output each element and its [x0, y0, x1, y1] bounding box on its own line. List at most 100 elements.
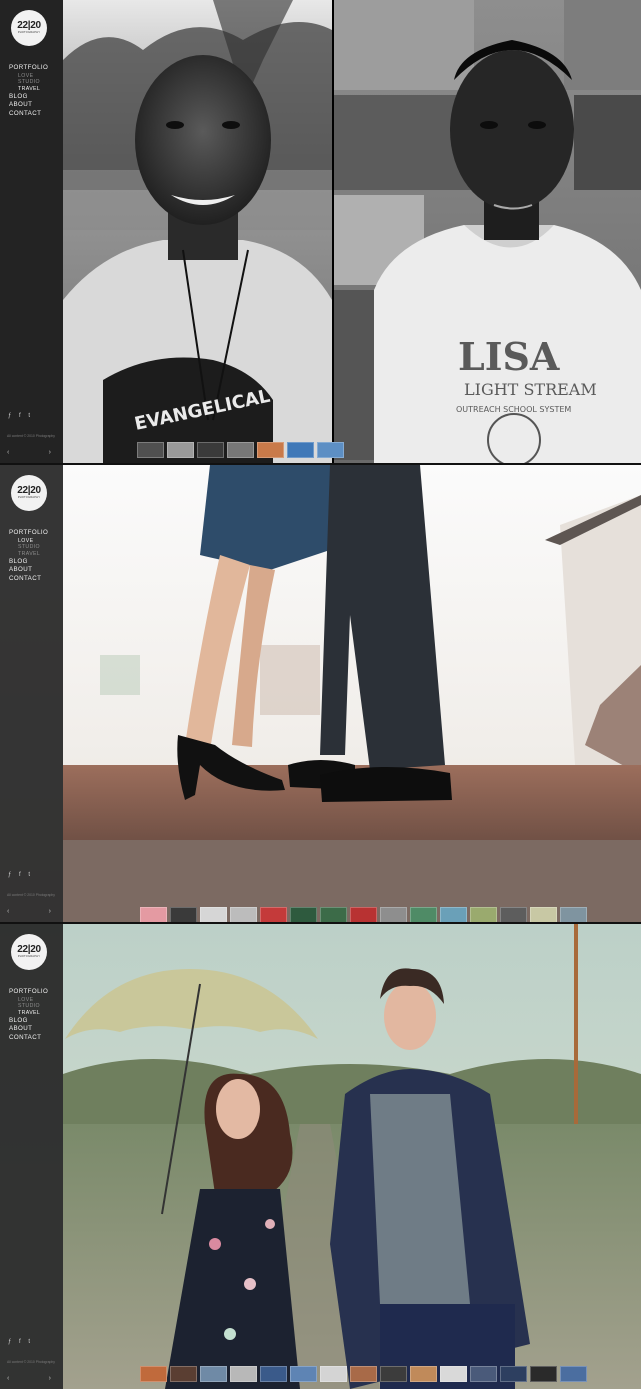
next-arrow-icon[interactable]: › [49, 908, 51, 915]
thumbnail[interactable] [260, 907, 287, 922]
thumbnail[interactable] [470, 1366, 497, 1382]
nav-about[interactable]: ABOUT [9, 1025, 48, 1034]
thumbnail[interactable] [410, 907, 437, 922]
smiling-old-man-bw-photo: EVANGELICAL [63, 0, 332, 463]
thumbnail[interactable] [350, 907, 377, 922]
sidebar: 22|20 PHOTOGRAPHY PORTFOLIO LOVE STUDIO T… [0, 465, 63, 922]
thumbnail[interactable] [530, 1366, 557, 1382]
thumbnail-strip [140, 907, 587, 922]
couple-umbrella-railroad-photo [0, 924, 641, 1389]
portfolio-screen-love: 22|20 PHOTOGRAPHY PORTFOLIO LOVE STUDIO T… [0, 465, 641, 922]
nav-about[interactable]: ABOUT [9, 101, 48, 110]
thumbnail[interactable] [197, 442, 224, 458]
main-nav: PORTFOLIO LOVE STUDIO TRAVEL BLOG ABOUT … [9, 64, 48, 119]
thumbnail[interactable] [530, 907, 557, 922]
shirt-text-lisa: LISA [458, 334, 560, 379]
thumbnail[interactable] [260, 1366, 287, 1382]
nav-sub-studio[interactable]: STUDIO [9, 1003, 48, 1010]
nav-sub-travel[interactable]: TRAVEL [9, 551, 48, 558]
nav-portfolio[interactable]: PORTFOLIO [9, 988, 48, 997]
social-icons[interactable]: ƒ f t [8, 872, 33, 878]
thumbnail[interactable] [170, 1366, 197, 1382]
thumbnail[interactable] [200, 1366, 227, 1382]
thumbnail[interactable] [440, 1366, 467, 1382]
slide-arrows: ‹ › [7, 1375, 51, 1382]
nav-sub-studio[interactable]: STUDIO [9, 544, 48, 551]
nav-contact[interactable]: CONTACT [9, 1034, 48, 1043]
sidebar: 22|20 PHOTOGRAPHY PORTFOLIO LOVE STUDIO T… [0, 924, 63, 1389]
thumbnail[interactable] [227, 442, 254, 458]
main-nav: PORTFOLIO LOVE STUDIO TRAVEL BLOG ABOUT … [9, 529, 48, 584]
nav-about[interactable]: ABOUT [9, 566, 48, 575]
thumbnail[interactable] [287, 442, 314, 458]
thumbnail[interactable] [320, 907, 347, 922]
prev-arrow-icon[interactable]: ‹ [7, 1375, 9, 1382]
thumbnail[interactable] [170, 907, 197, 922]
thumbnail[interactable] [167, 442, 194, 458]
logo-number: 22|20 [17, 485, 41, 496]
thumbnail[interactable] [140, 1366, 167, 1382]
thumbnail[interactable] [380, 1366, 407, 1382]
nav-blog[interactable]: BLOG [9, 1017, 48, 1026]
thumbnail[interactable] [317, 442, 344, 458]
thumbnail[interactable] [290, 1366, 317, 1382]
portfolio-screen-travel-1: EVANGELICAL LISA LIGHT STREAM OUTREACH S… [0, 0, 641, 463]
thumbnail[interactable] [290, 907, 317, 922]
thumbnail[interactable] [470, 907, 497, 922]
next-arrow-icon[interactable]: › [49, 449, 51, 456]
social-icons[interactable]: ƒ f t [8, 413, 33, 419]
logo-number: 22|20 [17, 944, 41, 955]
portfolio-screen-travel-2: 22|20 PHOTOGRAPHY PORTFOLIO LOVE STUDIO T… [0, 924, 641, 1389]
thumbnail[interactable] [257, 442, 284, 458]
logo-number: 22|20 [17, 20, 41, 31]
thumbnail[interactable] [230, 907, 257, 922]
thumbnail[interactable] [350, 1366, 377, 1382]
thumbnail[interactable] [320, 1366, 347, 1382]
copyright-text: All content © 2010 Photography [7, 893, 55, 897]
thumbnail[interactable] [500, 907, 527, 922]
nav-blog[interactable]: BLOG [9, 93, 48, 102]
nav-blog[interactable]: BLOG [9, 558, 48, 567]
prev-arrow-icon[interactable]: ‹ [7, 449, 9, 456]
shirt-text-outreach: OUTREACH SCHOOL SYSTEM [456, 405, 571, 414]
prev-arrow-icon[interactable]: ‹ [7, 908, 9, 915]
thumbnail[interactable] [560, 907, 587, 922]
slide-arrows: ‹ › [7, 908, 51, 915]
copyright-text: All content © 2010 Photography [7, 434, 55, 438]
nav-sub-travel[interactable]: TRAVEL [9, 1010, 48, 1017]
shirt-text-light-stream: LIGHT STREAM [464, 380, 597, 399]
thumbnail-strip [137, 442, 344, 458]
main-nav: PORTFOLIO LOVE STUDIO TRAVEL BLOG ABOUT … [9, 988, 48, 1043]
nav-sub-studio[interactable]: STUDIO [9, 79, 48, 86]
nav-contact[interactable]: CONTACT [9, 110, 48, 119]
nav-sub-travel[interactable]: TRAVEL [9, 86, 48, 93]
slide-arrows: ‹ › [7, 449, 51, 456]
thumbnail[interactable] [410, 1366, 437, 1382]
nav-portfolio[interactable]: PORTFOLIO [9, 529, 48, 538]
nav-sub-love[interactable]: LOVE [9, 73, 48, 80]
next-arrow-icon[interactable]: › [49, 1375, 51, 1382]
thumbnail[interactable] [137, 442, 164, 458]
boy-lisa-shirt-photo: LISA LIGHT STREAM OUTREACH SCHOOL SYSTEM [334, 0, 641, 463]
thumbnail[interactable] [380, 907, 407, 922]
couple-shoes-photo [0, 465, 641, 922]
nav-portfolio[interactable]: PORTFOLIO [9, 64, 48, 73]
thumbnail[interactable] [230, 1366, 257, 1382]
nav-contact[interactable]: CONTACT [9, 575, 48, 584]
nav-sub-love[interactable]: LOVE [9, 997, 48, 1004]
social-icons[interactable]: ƒ f t [8, 1339, 33, 1345]
thumbnail[interactable] [440, 907, 467, 922]
sidebar: 22|20 PHOTOGRAPHY PORTFOLIO LOVE STUDIO T… [0, 0, 63, 463]
logo-subtitle: PHOTOGRAPHY [17, 31, 41, 34]
thumbnail[interactable] [560, 1366, 587, 1382]
thumbnail-strip [140, 1366, 587, 1382]
site-logo[interactable]: 22|20 PHOTOGRAPHY [11, 934, 47, 970]
thumbnail[interactable] [140, 907, 167, 922]
logo-subtitle: PHOTOGRAPHY [17, 955, 41, 958]
nav-sub-love[interactable]: LOVE [9, 538, 48, 545]
site-logo[interactable]: 22|20 PHOTOGRAPHY [11, 475, 47, 511]
thumbnail[interactable] [500, 1366, 527, 1382]
site-logo[interactable]: 22|20 PHOTOGRAPHY [11, 10, 47, 46]
logo-subtitle: PHOTOGRAPHY [17, 496, 41, 499]
thumbnail[interactable] [200, 907, 227, 922]
